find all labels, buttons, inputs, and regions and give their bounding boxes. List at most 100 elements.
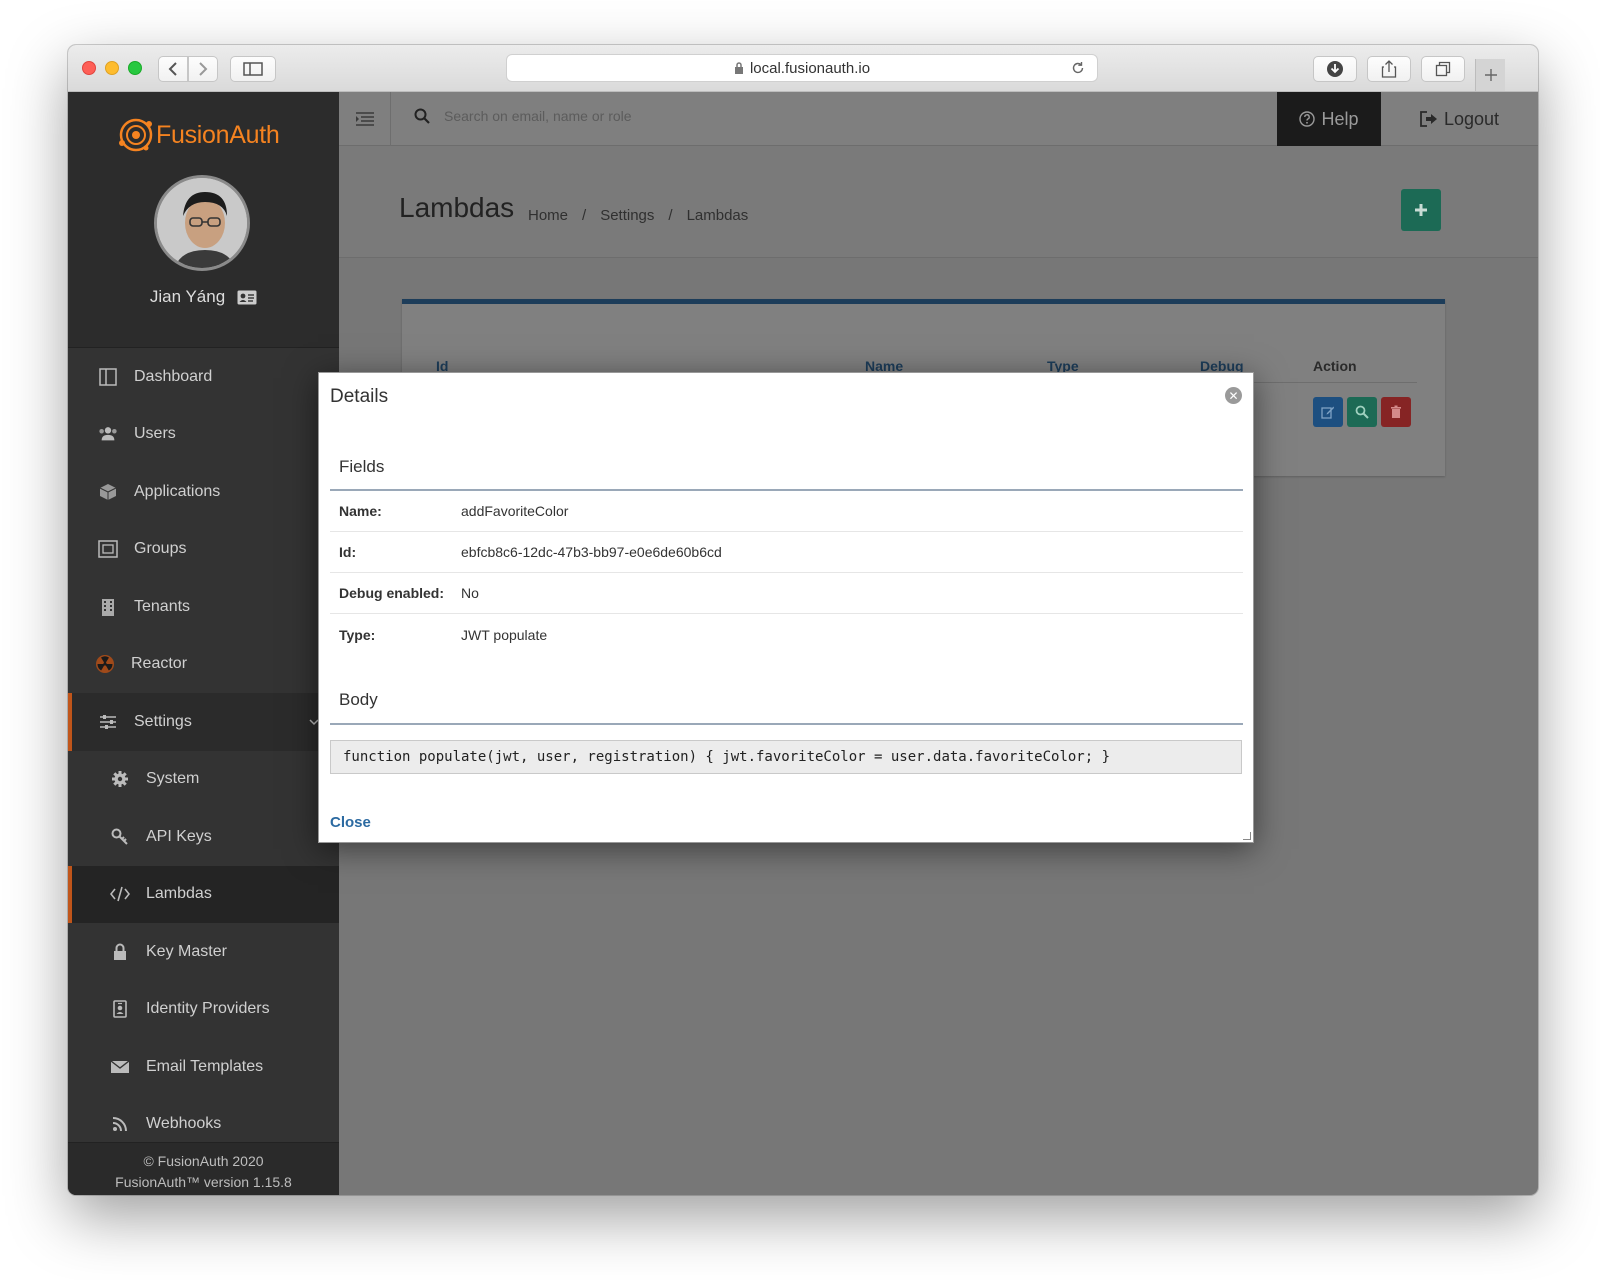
sidebar-item-label: API Keys: [146, 827, 212, 845]
breadcrumb-separator: /: [582, 207, 587, 224]
resize-handle[interactable]: [1243, 832, 1251, 840]
fields-section-title: Fields: [339, 457, 385, 476]
breadcrumb-lambdas: Lambdas: [686, 207, 749, 224]
close-icon[interactable]: ✕: [1225, 387, 1242, 404]
sidebar-item-reactor[interactable]: Reactor: [68, 636, 339, 694]
share-icon: [1381, 60, 1397, 78]
question-circle-icon: [1299, 111, 1316, 127]
details-dialog: Details ✕ Fields Name: addFavoriteColor …: [318, 372, 1254, 843]
logout-label: Logout: [1443, 108, 1500, 129]
logout-button[interactable]: Logout: [1381, 92, 1538, 146]
envelope-icon: [110, 1057, 130, 1077]
gear-icon: [110, 769, 130, 789]
field-value: No: [461, 585, 479, 601]
address-bar[interactable]: local.fusionauth.io: [506, 54, 1098, 82]
sidebar-item-identity-providers[interactable]: Identity Providers: [68, 981, 339, 1039]
radiation-icon: [95, 654, 115, 674]
rss-icon: [110, 1114, 130, 1134]
chevron-right-icon: [199, 62, 208, 76]
groups-icon: [98, 539, 118, 559]
sidebar-item-key-master[interactable]: Key Master: [68, 923, 339, 981]
trash-icon: [1391, 405, 1401, 418]
body-divider: [330, 723, 1243, 725]
back-button[interactable]: [158, 56, 188, 82]
view-button[interactable]: [1347, 397, 1377, 427]
new-tab-button[interactable]: [1475, 59, 1505, 91]
field-label: Debug enabled:: [339, 585, 445, 601]
top-bar: Search on email, name or role Help Logou…: [339, 92, 1538, 146]
sidebar-item-groups[interactable]: Groups: [68, 521, 339, 579]
minimize-window-button[interactable]: [105, 61, 119, 75]
sidebar-item-api-keys[interactable]: API Keys: [68, 808, 339, 866]
sidebar-item-lambdas[interactable]: Lambdas: [68, 865, 339, 923]
breadcrumb-separator: /: [668, 207, 673, 224]
forward-button[interactable]: [188, 56, 218, 82]
users-icon: [98, 424, 118, 444]
zoom-window-button[interactable]: [128, 61, 142, 75]
share-button[interactable]: [1367, 56, 1411, 82]
sidebar-nav: Dashboard Users Applications Groups Tena…: [68, 348, 339, 1153]
building-icon: [98, 597, 118, 617]
dashboard-icon: [98, 367, 118, 387]
sidebar-item-label: Groups: [134, 540, 187, 558]
sidebar-item-email-templates[interactable]: Email Templates: [68, 1038, 339, 1096]
sidebar-item-dashboard[interactable]: Dashboard: [68, 348, 339, 406]
dialog-title: Details: [330, 386, 389, 407]
field-row-id: Id: ebfcb8c6-12dc-47b3-bb97-e0e6de60b6cd: [330, 532, 1243, 573]
browser-window: local.fusionauth.io FusionAuth Jian Yáng…: [68, 45, 1538, 1195]
plus-icon: [1415, 204, 1427, 216]
edit-button[interactable]: [1313, 397, 1343, 427]
sidebar-item-settings[interactable]: Settings: [68, 693, 339, 751]
cube-icon: [98, 482, 118, 502]
search-bar: Search on email, name or role: [414, 108, 844, 124]
field-row-name: Name: addFavoriteColor: [330, 491, 1243, 532]
user-name: Jian Yáng: [149, 287, 226, 306]
search-input[interactable]: Search on email, name or role: [444, 108, 844, 124]
avatar[interactable]: [154, 175, 250, 271]
id-card-icon[interactable]: [237, 290, 257, 305]
sidebar-item-label: Reactor: [131, 655, 188, 673]
sidebar-item-applications[interactable]: Applications: [68, 463, 339, 521]
sidebar-icon: [243, 62, 263, 76]
lambda-body-code[interactable]: function populate(jwt, user, registratio…: [330, 740, 1242, 774]
version-text: FusionAuth™ version 1.15.8: [115, 1174, 292, 1190]
sidebar: FusionAuth Jian Yáng Dashboard Users App…: [68, 92, 339, 1195]
code-icon: [110, 884, 130, 904]
tabs-overview-button[interactable]: [1421, 56, 1465, 82]
close-window-button[interactable]: [82, 61, 96, 75]
reload-icon[interactable]: [1071, 61, 1085, 75]
downloads-button[interactable]: [1313, 56, 1357, 82]
search-icon: [1355, 405, 1369, 419]
menu-collapse-icon: [355, 112, 374, 126]
id-badge-icon: [110, 999, 130, 1019]
sidebar-toggle-button[interactable]: [230, 56, 276, 82]
sidebar-header: FusionAuth Jian Yáng: [68, 92, 339, 348]
delete-button[interactable]: [1381, 397, 1411, 427]
sidebar-item-label: Tenants: [134, 597, 191, 615]
sidebar-item-label: Users: [134, 425, 176, 443]
field-row-type: Type: JWT populate: [330, 614, 1243, 655]
fusionauth-logo[interactable]: FusionAuth: [116, 112, 291, 158]
sidebar-item-label: System: [146, 770, 200, 788]
field-value: ebfcb8c6-12dc-47b3-bb97-e0e6de60b6cd: [461, 544, 722, 560]
download-icon: [1327, 61, 1343, 77]
sidebar-footer: © FusionAuth 2020 FusionAuth™ version 1.…: [68, 1142, 339, 1195]
sidebar-item-system[interactable]: System: [68, 751, 339, 809]
sidebar-item-users[interactable]: Users: [68, 406, 339, 464]
help-button[interactable]: Help: [1277, 92, 1381, 146]
breadcrumb-home[interactable]: Home: [528, 207, 568, 224]
sliders-icon: [98, 712, 118, 732]
lock-icon: [734, 62, 743, 74]
sign-out-icon: [1420, 111, 1437, 127]
field-value: JWT populate: [461, 626, 548, 643]
breadcrumb-settings[interactable]: Settings: [600, 207, 654, 224]
sidebar-item-label: Key Master: [146, 942, 227, 960]
add-lambda-button[interactable]: [1401, 189, 1441, 231]
brand-name: FusionAuth: [156, 120, 280, 149]
sidebar-item-label: Email Templates: [146, 1057, 264, 1075]
sidebar-item-tenants[interactable]: Tenants: [68, 578, 339, 636]
plus-icon: [1484, 69, 1497, 81]
close-button[interactable]: Close: [330, 814, 371, 831]
sidebar-item-label: Applications: [134, 482, 221, 500]
menu-toggle-button[interactable]: [339, 92, 391, 146]
